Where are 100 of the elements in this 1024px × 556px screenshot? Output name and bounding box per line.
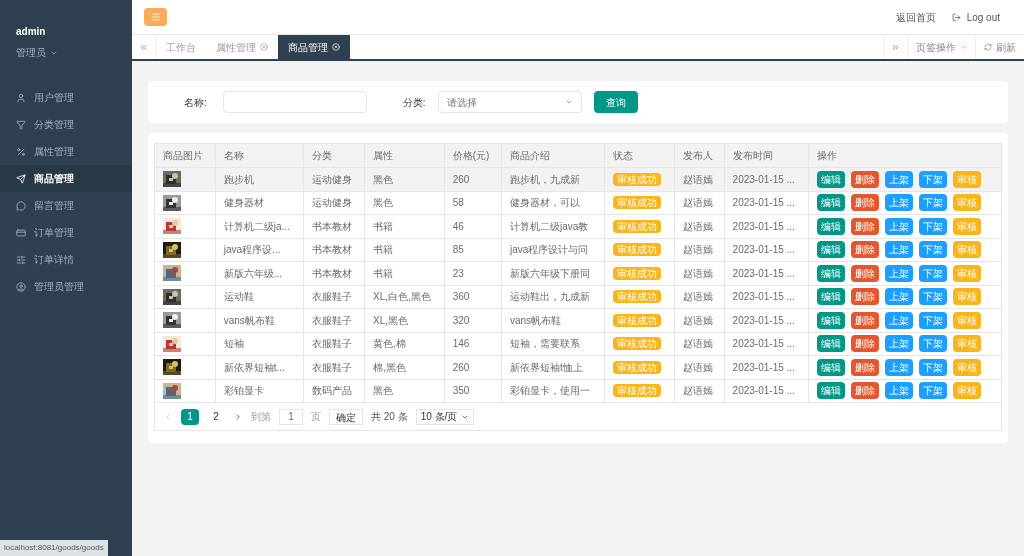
action-button[interactable]: 下架 [919, 358, 948, 376]
next-page-icon[interactable] [233, 411, 243, 422]
action-button[interactable]: 上架 [885, 217, 914, 235]
table-cell: 新依界短袖t恤上 [501, 355, 605, 379]
user-role[interactable]: 管理员 [16, 45, 116, 60]
action-button[interactable]: 删除 [851, 194, 880, 212]
user-name: admin [16, 25, 47, 39]
tab-tool-button[interactable]: 页签操作 [907, 35, 975, 59]
table-cell: 跑步机，九成新 [501, 167, 605, 191]
action-button[interactable]: 下架 [919, 264, 948, 282]
action-button[interactable]: 编辑 [817, 194, 846, 212]
table-row[interactable]: java程序设... 书本教材 书籍 85 java程序设计与问 审核成功 赵语嫣 2023-01-15 ... 编辑 删除 上架 下架 审核 [154, 238, 1002, 262]
action-button[interactable]: 删除 [851, 217, 880, 235]
action-button[interactable]: 下架 [919, 217, 948, 235]
action-button[interactable]: 下架 [919, 311, 948, 329]
tab[interactable]: 属性管理 [206, 35, 278, 59]
action-button[interactable]: 上架 [885, 382, 914, 400]
sidebar-item[interactable]: 留言管理 [0, 192, 132, 219]
action-button[interactable]: 上架 [885, 288, 914, 306]
table-cell: 赵语嫣 [674, 308, 725, 332]
sidebar-item[interactable]: 分类管理 [0, 111, 132, 138]
action-button[interactable]: 删除 [851, 382, 880, 400]
action-button[interactable]: 编辑 [817, 382, 846, 400]
category-select[interactable]: 请选择 [437, 91, 582, 113]
action-button[interactable]: 上架 [885, 335, 914, 353]
table-row[interactable]: 新版六年级... 书本教材 书籍 23 新版六年级下册同 审核成功 赵语嫣 2023-01-15 ... 编辑 删除 上架 下架 审核 [154, 261, 1002, 285]
table-cell: 数码产品 [303, 379, 365, 403]
header-link[interactable]: Log out [951, 9, 1000, 25]
table-cell: 黑色 [364, 379, 445, 403]
table-cell: 赵语嫣 [674, 167, 725, 191]
page-button[interactable]: 2 [207, 408, 225, 425]
action-button[interactable]: 编辑 [817, 217, 846, 235]
action-button[interactable]: 上架 [885, 311, 914, 329]
table-row[interactable]: 新依界短袖t... 衣服鞋子 棉,黑色 260 新依界短袖t恤上 审核成功 赵语嫣 2023-01-15 ... 编辑 删除 上架 下架 审核 [154, 355, 1002, 379]
sidebar-item[interactable]: 订单管理 [0, 219, 132, 246]
action-button[interactable]: 删除 [851, 241, 880, 259]
action-button[interactable]: 上架 [885, 170, 914, 188]
tab-tool-button[interactable]: 刷新 [975, 35, 1024, 59]
action-button[interactable]: 下架 [919, 288, 948, 306]
action-button[interactable]: 删除 [851, 335, 880, 353]
sidebar-item[interactable]: 商品管理 [0, 165, 132, 192]
table-row[interactable]: 跑步机 运动健身 黑色 260 跑步机，九成新 审核成功 赵语嫣 2023-01-15 ... 编辑 删除 上架 下架 审核 [154, 167, 1002, 191]
table-cell: 书本教材 [303, 238, 365, 262]
table-cell: 计算机二级java教 [501, 214, 605, 238]
confirm-button[interactable]: 确定 [329, 408, 363, 425]
status-badge: 审核成功 [613, 337, 662, 351]
action-button[interactable]: 下架 [919, 335, 948, 353]
header-link[interactable]: 返回首页 [895, 9, 936, 25]
table-row[interactable]: 短袖 衣服鞋子 黄色,棉 146 短袖，需要联系 审核成功 赵语嫣 2023-01-15 ... 编辑 删除 上架 下架 审核 [154, 332, 1002, 356]
table-cell: 2023-01-15 ... [724, 308, 809, 332]
table-row[interactable]: vans帆布鞋 衣服鞋子 XL,黑色 320 vans帆布鞋 审核成功 赵语嫣 2023-01-15 ... 编辑 删除 上架 下架 审核 [154, 308, 1002, 332]
action-button[interactable]: 编辑 [817, 264, 846, 282]
table-row[interactable]: 彩铂显卡 数码产品 黑色 350 彩铂显卡，使用一 审核成功 赵语嫣 2023-01-15 ... 编辑 删除 上架 下架 审核 [154, 379, 1002, 403]
action-button[interactable]: 上架 [885, 194, 914, 212]
name-input[interactable] [222, 91, 367, 113]
tab[interactable]: 商品管理 [278, 35, 350, 59]
sidebar-item[interactable]: 管理员管理 [0, 273, 132, 300]
status-badge: 审核成功 [613, 196, 662, 210]
table-row[interactable]: 健身器材 运动健身 黑色 58 健身器材，可以 审核成功 赵语嫣 2023-01-15 ... 编辑 删除 上架 下架 审核 [154, 191, 1002, 215]
action-button[interactable]: 下架 [919, 170, 948, 188]
tab[interactable]: 工作台 [156, 35, 206, 59]
page-button[interactable]: 1 [181, 408, 199, 425]
table-cell: 新版六年级... [215, 261, 304, 285]
sidebar-item[interactable]: 属性管理 [0, 138, 132, 165]
action-button[interactable]: 删除 [851, 358, 880, 376]
action-button[interactable]: 编辑 [817, 358, 846, 376]
action-button[interactable]: 删除 [851, 170, 880, 188]
table-row[interactable]: 计算机二级ja... 书本教材 书籍 46 计算机二级java教 审核成功 赵语嫣 2023-01-15 ... 编辑 删除 上架 下架 审核 [154, 214, 1002, 238]
column-header: 状态 [604, 143, 675, 168]
percent-icon [16, 146, 26, 157]
action-button[interactable]: 编辑 [817, 311, 846, 329]
table-cell: 短袖，需要联系 [501, 332, 605, 356]
sidebar-item[interactable]: 订单详情 [0, 246, 132, 273]
action-button[interactable]: 上架 [885, 241, 914, 259]
action-button[interactable]: 下架 [919, 241, 948, 259]
query-button[interactable]: 查询 [593, 91, 638, 113]
action-button[interactable]: 编辑 [817, 335, 846, 353]
action-button[interactable]: 删除 [851, 311, 880, 329]
sidebar-item[interactable]: 用户管理 [0, 84, 132, 111]
menu-icon [150, 12, 161, 22]
category-label: 分类: [402, 95, 426, 110]
table-cell: 赵语嫣 [674, 285, 725, 309]
action-button[interactable]: 删除 [851, 264, 880, 282]
action-button[interactable]: 编辑 [817, 170, 846, 188]
table-cell: 2023-01-15 ... [724, 191, 809, 215]
action-button[interactable]: 编辑 [817, 241, 846, 259]
page-size-select[interactable]: 10 条/页 [415, 408, 475, 425]
table-cell: java程序设计与问 [501, 238, 605, 262]
previous-page-icon[interactable] [163, 411, 173, 422]
action-button[interactable]: 编辑 [817, 288, 846, 306]
table-cell: 46 [444, 214, 502, 238]
action-button[interactable]: 上架 [885, 358, 914, 376]
action-button[interactable]: 下架 [919, 194, 948, 212]
status-badge: 审核成功 [613, 243, 662, 257]
action-button[interactable]: 上架 [885, 264, 914, 282]
action-button[interactable]: 删除 [851, 288, 880, 306]
action-button[interactable]: 下架 [919, 382, 948, 400]
table-row[interactable]: 运动鞋 衣服鞋子 XL,白色,黑色 360 运动鞋出，九成新 审核成功 赵语嫣 2023-01-15 ... 编辑 删除 上架 下架 审核 [154, 285, 1002, 309]
page-input[interactable]: 1 [279, 408, 303, 425]
menu-button[interactable] [144, 8, 167, 26]
